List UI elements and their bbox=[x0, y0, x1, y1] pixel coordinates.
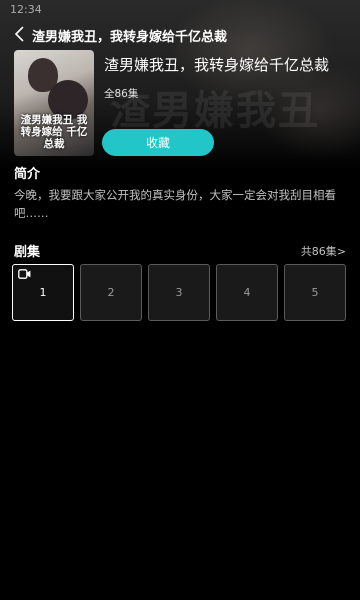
video-icon bbox=[18, 269, 31, 279]
back-button[interactable] bbox=[10, 24, 30, 44]
book-title: 渣男嫌我丑，我转身嫁给千亿总裁 bbox=[104, 56, 330, 74]
page-title: 渣男嫌我丑，我转身嫁给千亿总裁 bbox=[32, 30, 228, 45]
hero-watermark: 渣男嫌我丑 bbox=[110, 87, 320, 134]
episode-item[interactable]: 1 bbox=[12, 264, 74, 321]
episode-item[interactable]: 4 bbox=[216, 264, 278, 321]
episode-number: 4 bbox=[243, 286, 251, 299]
episode-number: 2 bbox=[107, 286, 115, 299]
episode-item[interactable]: 3 bbox=[148, 264, 210, 321]
intro-heading: 简介 bbox=[14, 167, 41, 182]
episodes-heading: 剧集 bbox=[14, 245, 41, 260]
episode-list: 1 2 3 4 5 bbox=[12, 264, 348, 324]
intro-text: 今晚，我要跟大家公开我的真实身份，大家一定会对我刮目相看吧…… bbox=[14, 188, 336, 220]
collect-button[interactable]: 收藏 bbox=[102, 129, 214, 156]
chevron-left-icon bbox=[14, 26, 24, 42]
episode-number: 1 bbox=[39, 286, 47, 299]
status-bar: 12:34 bbox=[0, 0, 360, 20]
episode-item[interactable]: 2 bbox=[80, 264, 142, 321]
episode-number: 3 bbox=[175, 286, 183, 299]
book-cover: 渣男嫌我丑 我转身嫁给 千亿总裁 bbox=[14, 50, 94, 156]
episode-item[interactable]: 5 bbox=[284, 264, 346, 321]
all-episodes-link[interactable]: 共86集> bbox=[301, 243, 346, 259]
episode-count: 全86集 bbox=[104, 88, 139, 100]
status-time: 12:34 bbox=[10, 3, 42, 16]
top-bar: 渣男嫌我丑，我转身嫁给千亿总裁 bbox=[0, 22, 360, 48]
episode-number: 5 bbox=[311, 286, 319, 299]
cover-title-art: 渣男嫌我丑 我转身嫁给 千亿总裁 bbox=[20, 114, 88, 150]
